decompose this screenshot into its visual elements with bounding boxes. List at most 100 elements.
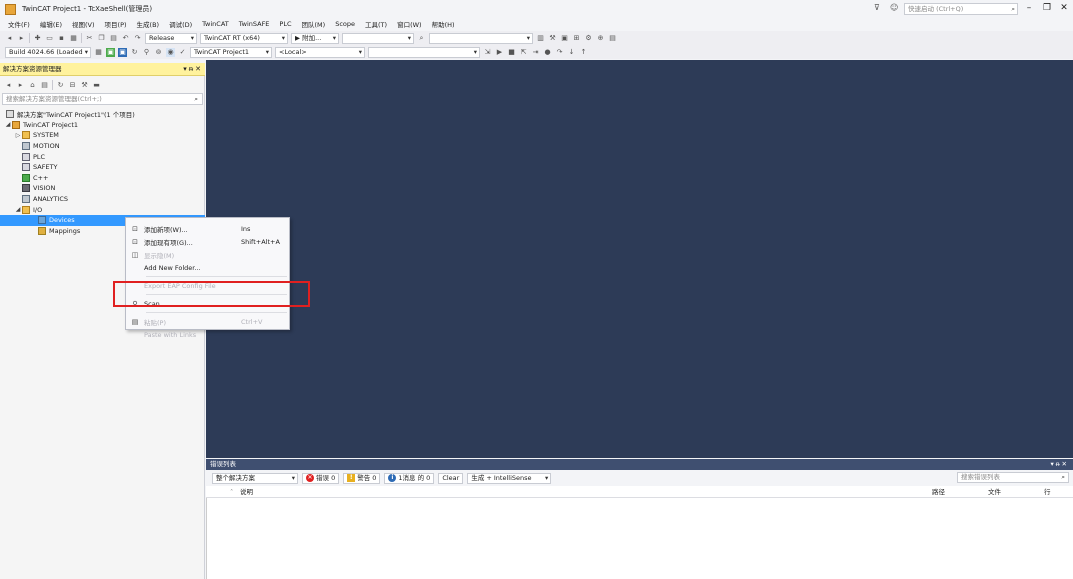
switch-views-icon[interactable]: ▤ (40, 81, 49, 90)
menu-build[interactable]: 生成(B) (132, 19, 165, 29)
scope-icon[interactable]: ⊞ (572, 34, 581, 43)
minimize-button[interactable]: – (1022, 2, 1036, 14)
twincat-config-icon[interactable]: ▥ (536, 34, 545, 43)
panel-window-buttons[interactable]: ▾ ᵰ ✕ (1051, 459, 1067, 470)
attach-button[interactable]: ▶ 附加... (291, 32, 339, 44)
column-file[interactable]: 文件 (988, 486, 1001, 498)
panel-window-buttons[interactable]: ▾ ᵰ ✕ (183, 63, 201, 75)
logout-icon[interactable]: ⇱ (519, 48, 528, 57)
menu-item-paste[interactable]: ▤ 粘贴(P) Ctrl+V (126, 315, 289, 328)
expanded-arrow-icon[interactable]: ◢ (14, 206, 22, 213)
open-icon[interactable]: ▭ (45, 34, 54, 43)
tree-item-analytics[interactable]: ANALYTICS (0, 194, 205, 205)
menu-window[interactable]: 窗口(W) (392, 19, 427, 29)
collapse-all-icon[interactable]: ⊟ (68, 81, 77, 90)
error-search-input[interactable]: 搜索错误列表 ⌕ (957, 472, 1069, 483)
breakpoint-icon[interactable]: ● (543, 48, 552, 57)
tree-item-vision[interactable]: VISION (0, 183, 205, 194)
column-path[interactable]: 路径 (932, 486, 945, 498)
tree-item-project[interactable]: ◢ TwinCAT Project1 (0, 120, 205, 131)
preview-icon[interactable]: ▬ (92, 81, 101, 90)
menu-twinsafe[interactable]: TwinSAFE (234, 20, 275, 28)
find-select[interactable] (429, 32, 533, 44)
menu-item-add-existing[interactable]: ⊡ 添加现有项(G)... Shift+Alt+A (126, 235, 289, 248)
restore-button[interactable]: ❐ (1040, 2, 1054, 14)
menu-team[interactable]: 团队(M) (297, 19, 331, 29)
menu-edit[interactable]: 编辑(E) (35, 19, 67, 29)
tree-item-safety[interactable]: SAFETY (0, 162, 205, 173)
filter-icon[interactable]: ⊽ (874, 3, 880, 12)
sync-icon[interactable]: ↻ (56, 81, 65, 90)
menu-item-paste-with-links[interactable]: Paste with Links (126, 328, 289, 341)
show-online-icon[interactable]: ◉ (166, 47, 175, 57)
copy-icon[interactable]: ❐ (97, 34, 106, 43)
menu-item-show-hidden[interactable]: ◫ 显示隐(M) (126, 248, 289, 261)
target-browser-icon[interactable]: ✓ (178, 48, 187, 57)
menu-item-add-folder[interactable]: Add New Folder... (126, 261, 289, 274)
reload-icon[interactable]: ↻ (130, 48, 139, 57)
tree-item-system[interactable]: ▷ SYSTEM (0, 130, 205, 141)
login-icon[interactable]: ⇲ (483, 48, 492, 57)
plc-icon[interactable]: ▣ (560, 34, 569, 43)
build-filter-select[interactable]: 生成 + IntelliSense (467, 472, 552, 484)
paste-icon[interactable]: ▤ (109, 34, 118, 43)
forward-icon[interactable]: ▸ (17, 34, 26, 43)
step-into-icon[interactable]: ↓ (567, 48, 576, 57)
tree-item-io[interactable]: ◢ I/O (0, 204, 205, 215)
target-select[interactable]: <Local> (275, 46, 365, 58)
toggle-free-run-icon[interactable]: ⊚ (154, 48, 163, 57)
collapsed-arrow-icon[interactable]: ▷ (14, 132, 22, 139)
empty-select[interactable] (342, 32, 414, 44)
close-button[interactable]: ✕ (1057, 2, 1071, 14)
save-all-icon[interactable]: ▦ (69, 34, 78, 43)
activate-config-icon[interactable]: ▦ (94, 48, 103, 57)
plc-target-select[interactable] (368, 46, 480, 58)
solution-search-input[interactable]: 搜索解决方案资源管理器(Ctrl+;) ⌕ (2, 93, 203, 105)
redo-icon[interactable]: ↷ (133, 34, 142, 43)
cut-icon[interactable]: ✂ (85, 34, 94, 43)
messages-filter-button[interactable]: i 1消息 的 0 (384, 472, 435, 484)
menu-plc[interactable]: PLC (274, 20, 296, 28)
start-icon[interactable]: ▶ (495, 48, 504, 57)
tree-item-cpp[interactable]: C++ (0, 173, 205, 184)
home-icon[interactable]: ⌂ (28, 81, 37, 90)
undo-icon[interactable]: ↶ (121, 34, 130, 43)
expanded-arrow-icon[interactable]: ◢ (4, 121, 12, 128)
warnings-filter-button[interactable]: ! 警告 0 (343, 472, 381, 484)
menu-twincat[interactable]: TwinCAT (197, 20, 234, 28)
tree-item-solution[interactable]: 解决方案"TwinCAT Project1"(1 个项目) (0, 109, 205, 120)
tools-icon[interactable]: ⚒ (548, 34, 557, 43)
menu-debug[interactable]: 调试(D) (164, 19, 197, 29)
stop-icon[interactable]: ■ (507, 48, 516, 57)
column-line[interactable]: 行 (1044, 486, 1051, 498)
menu-project[interactable]: 项目(P) (100, 19, 132, 29)
tree-item-motion[interactable]: MOTION (0, 141, 205, 152)
layout-icon[interactable]: ▤ (608, 34, 617, 43)
config-mode-icon[interactable]: ▣ (118, 47, 127, 57)
safety-icon[interactable]: ⊕ (596, 34, 605, 43)
save-icon[interactable]: ▪ (57, 34, 66, 43)
step-out-icon[interactable]: ↑ (579, 48, 588, 57)
menu-file[interactable]: 文件(F) (3, 19, 35, 29)
project-select[interactable]: TwinCAT Project1 (190, 46, 272, 58)
tree-item-plc[interactable]: PLC (0, 151, 205, 162)
find-icon[interactable]: ⌕ (417, 34, 426, 43)
restart-run-icon[interactable]: ▣ (106, 47, 115, 57)
build-version-select[interactable]: Build 4024.66 (Loaded (5, 46, 91, 58)
motion-icon[interactable]: ⚙ (584, 34, 593, 43)
clear-button[interactable]: Clear (438, 472, 464, 484)
menu-view[interactable]: 视图(V) (67, 19, 100, 29)
errors-filter-button[interactable]: ✕ 错误 0 (302, 472, 340, 484)
error-scope-select[interactable]: 整个解决方案 (212, 472, 298, 484)
scan-icon[interactable]: ⚲ (142, 48, 151, 57)
new-project-icon[interactable]: ✚ (33, 34, 42, 43)
configuration-select[interactable]: Release (145, 32, 197, 44)
back-icon[interactable]: ◂ (5, 34, 14, 43)
menu-tools[interactable]: 工具(T) (360, 19, 392, 29)
properties-icon[interactable]: ⚒ (80, 81, 89, 90)
forward-icon[interactable]: ▸ (16, 81, 25, 90)
quick-launch-input[interactable]: 快速启动 (Ctrl+Q) ⌕ (904, 3, 1018, 15)
menu-scope[interactable]: Scope (330, 20, 360, 28)
platform-select[interactable]: TwinCAT RT (x64) (200, 32, 288, 44)
column-description[interactable]: 说明 (240, 486, 253, 498)
